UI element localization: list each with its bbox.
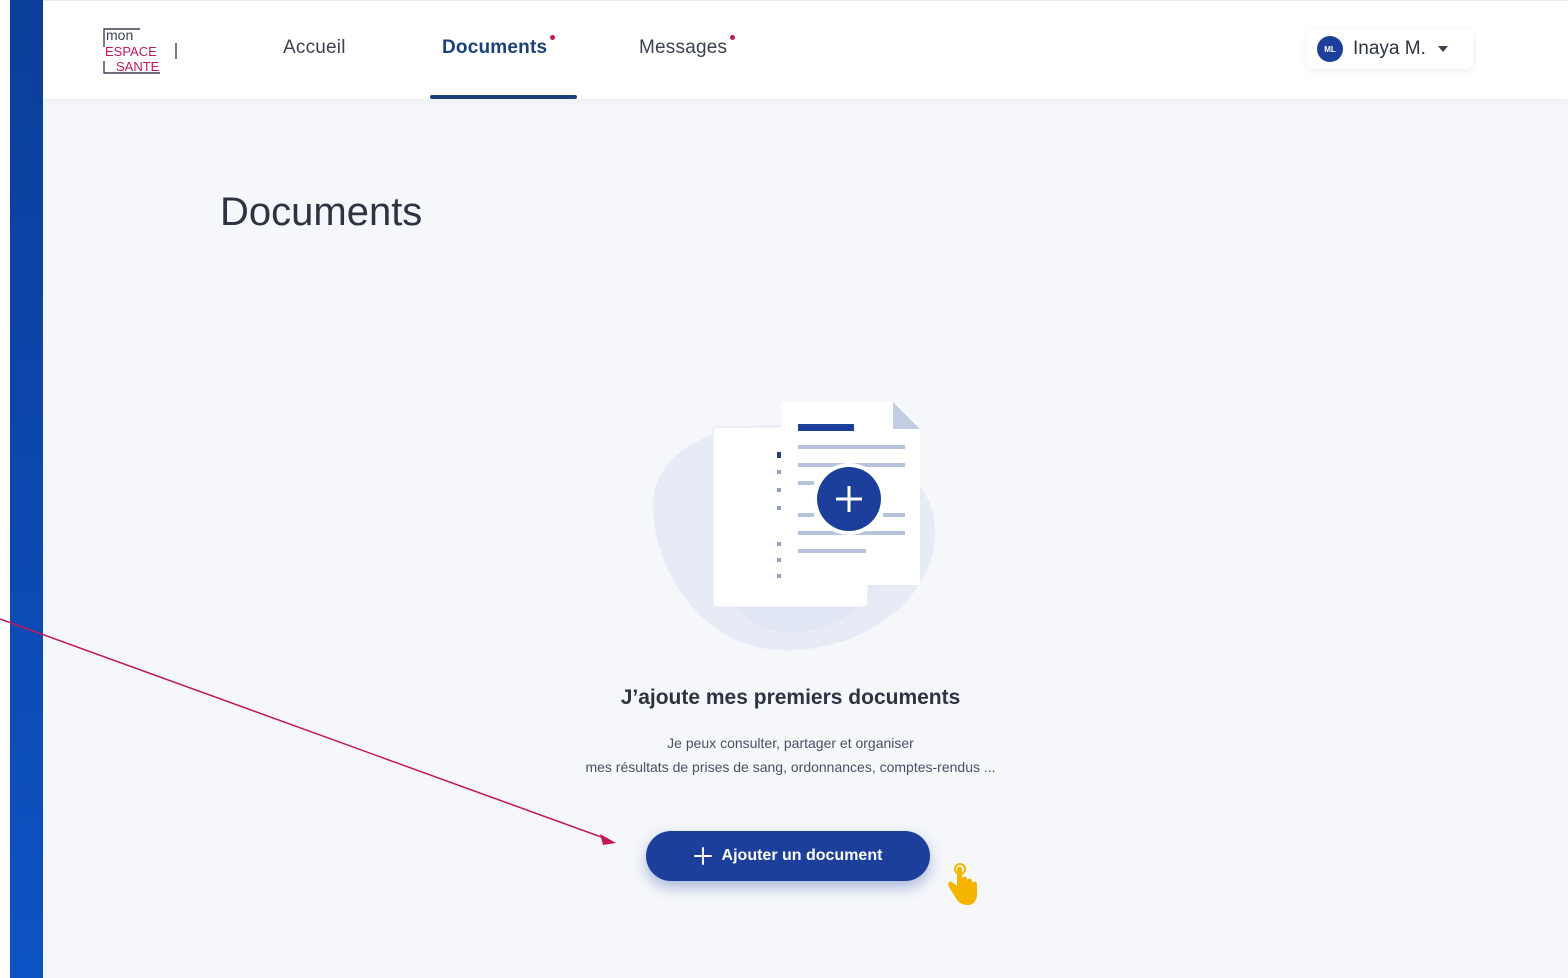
nav-messages-label: Messages: [639, 37, 728, 58]
messages-notification-dot: [730, 35, 736, 40]
logo-line3: SANTE: [116, 59, 160, 74]
empty-state-description-line2: mes résultats de prises de sang, ordonna…: [585, 759, 996, 775]
user-menu[interactable]: ML Inaya M.: [1307, 29, 1473, 69]
left-accent-bar: [10, 0, 43, 978]
nav-accueil-label: Accueil: [283, 37, 346, 58]
empty-state-description-line1: Je peux consulter, partager et organiser: [667, 735, 914, 751]
active-tab-indicator: [430, 95, 577, 99]
add-document-button[interactable]: Ajouter un document: [646, 831, 930, 881]
add-document-label: Ajouter un document: [721, 847, 883, 864]
document-add-icon: [652, 402, 936, 651]
logo-line1: mon: [106, 27, 133, 43]
nav-documents-label: Documents: [442, 37, 548, 58]
logo-line2: ESPACE: [105, 44, 157, 59]
empty-state-title: J’ajoute mes premiers documents: [620, 686, 961, 709]
chevron-down-icon: [1437, 46, 1448, 52]
mon-espace-sante-logo[interactable]: mon ESPACE SANTE: [100, 25, 180, 77]
hand-pointer-icon: [948, 863, 977, 905]
top-header: mon ESPACE SANTE Accueil Documents Messa…: [43, 0, 1568, 99]
nav-accueil[interactable]: Accueil: [283, 37, 346, 59]
nav-documents[interactable]: Documents: [442, 35, 556, 59]
user-name: Inaya M.: [1353, 38, 1426, 59]
documents-notification-dot: [550, 35, 556, 40]
page-title: Documents: [220, 190, 423, 234]
nav-messages[interactable]: Messages: [639, 35, 736, 59]
avatar: ML: [1317, 36, 1343, 62]
app-window: mon ESPACE SANTE Accueil Documents Messa…: [43, 0, 1568, 978]
plus-icon: [693, 847, 712, 865]
